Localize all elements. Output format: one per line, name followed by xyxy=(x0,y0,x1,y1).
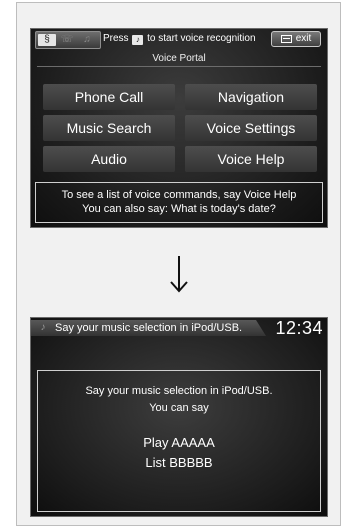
talk-button-icon: ♪ xyxy=(132,35,144,45)
music-search-button[interactable]: Music Search xyxy=(43,115,175,141)
voice-prompt: Press ♪ to start voice recognition xyxy=(103,33,256,45)
voice-help-button[interactable]: Voice Help xyxy=(185,146,317,172)
command-example-2: List BBBBB xyxy=(145,455,213,470)
voice-command-grid: Phone Call Navigation Music Search Voice… xyxy=(43,84,317,174)
voice-hint-box: To see a list of voice commands, say Voi… xyxy=(35,182,323,223)
screen-title: Say your music selection in iPod/USB. xyxy=(55,322,243,334)
music-selection-screen: ♪ Say your music selection in iPod/USB. … xyxy=(30,317,328,517)
voice-portal-tab-icon[interactable]: § xyxy=(38,34,56,46)
message-box: Say your music selection in iPod/USB. Yo… xyxy=(37,370,321,512)
message-line-2: You can say xyxy=(149,402,209,414)
top-bar: ♪ Say your music selection in iPod/USB. … xyxy=(31,318,327,338)
title-divider xyxy=(37,66,321,67)
hint-line-2: You can also say: What is today's date? xyxy=(82,203,276,215)
exit-button[interactable]: exit xyxy=(271,31,321,47)
top-bar: § ☏ ♫ Press ♪ to start voice recognition… xyxy=(31,29,327,49)
phone-tab-icon[interactable]: ☏ xyxy=(58,34,76,46)
hint-line-1: To see a list of voice commands, say Voi… xyxy=(61,189,297,201)
voice-portal-screen: § ☏ ♫ Press ♪ to start voice recognition… xyxy=(30,28,328,228)
down-arrow-icon xyxy=(170,256,188,293)
exit-icon xyxy=(280,35,292,43)
phone-call-button[interactable]: Phone Call xyxy=(43,84,175,110)
page-title: Voice Portal xyxy=(152,53,206,64)
audio-tab-icon[interactable]: ♫ xyxy=(78,34,96,46)
exit-label: exit xyxy=(295,33,312,44)
voice-settings-button[interactable]: Voice Settings xyxy=(185,115,317,141)
tab-group: § ☏ ♫ xyxy=(35,31,101,49)
prompt-text-after: to start voice recognition xyxy=(147,33,256,44)
message-line-1: Say your music selection in iPod/USB. xyxy=(85,385,273,397)
prompt-text-before: Press xyxy=(103,33,129,44)
voice-icon: ♪ xyxy=(40,322,46,333)
command-example-1: Play AAAAA xyxy=(143,435,215,450)
clock: 12:34 xyxy=(275,318,323,338)
navigation-button[interactable]: Navigation xyxy=(185,84,317,110)
audio-button[interactable]: Audio xyxy=(43,146,175,172)
